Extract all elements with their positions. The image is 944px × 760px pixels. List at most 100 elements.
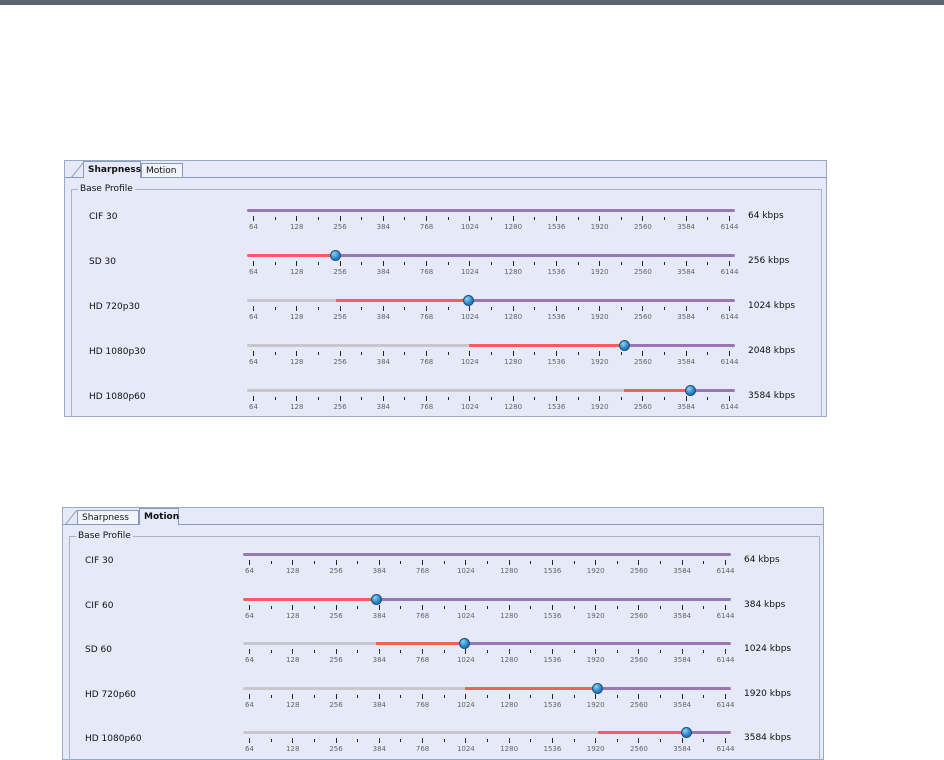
slider-tick (296, 351, 298, 356)
slider-tick (292, 560, 294, 565)
tab-motion[interactable]: Motion (139, 508, 179, 525)
slider-minor-tick (491, 307, 492, 310)
slider-minor-tick (660, 739, 662, 742)
slider-tick-label: 768 (415, 700, 430, 709)
slider-tick (638, 604, 640, 610)
slider-minor-tick (577, 397, 579, 400)
slider-tick-label: 128 (290, 268, 304, 276)
slider-tick (378, 693, 380, 699)
slider-tick-label: 3584 (677, 268, 696, 276)
slider-tick (512, 351, 514, 356)
slider-fill (464, 686, 598, 690)
slider-minor-tick (447, 262, 449, 265)
tab-sharpness[interactable]: Sharpness (83, 161, 141, 178)
slider-tick-label: 384 (372, 656, 386, 664)
slider-tick (729, 351, 730, 356)
slider-tick-label: 256 (333, 268, 347, 276)
bitrate-slider-track[interactable] (243, 597, 731, 601)
slider-tick (296, 396, 298, 401)
bitrate-slider-track[interactable] (247, 299, 735, 302)
slider-tick-label: 1024 (460, 358, 479, 366)
slider-tick (339, 306, 341, 311)
tab-strip: Sharpness Motion (63, 508, 823, 525)
slider-tick-label: 64 (245, 700, 254, 709)
slider-minor-tick (487, 694, 488, 698)
slider-tick (512, 306, 514, 311)
slider-tick (638, 738, 640, 743)
slider-minor-tick (487, 650, 488, 653)
slider-tick (551, 560, 553, 565)
slider-available-range (247, 209, 735, 212)
slider-tick (638, 649, 640, 654)
slider-tick-label: 128 (286, 611, 300, 620)
slider-minor-tick (534, 352, 536, 355)
slider-tick-label: 1920 (586, 611, 605, 620)
bitrate-slider-track[interactable] (243, 553, 731, 556)
slider-tick-label: 128 (290, 358, 304, 366)
slider-minor-tick (491, 217, 492, 220)
slider-tick (512, 216, 514, 221)
slider-minor-tick (530, 650, 532, 653)
tab-motion[interactable]: Motion (141, 163, 183, 178)
slider-minor-tick (707, 262, 709, 265)
slider-tick (426, 306, 428, 311)
slider-tick (339, 261, 341, 266)
slider-fill (624, 389, 691, 392)
slider-minor-tick (577, 307, 579, 310)
slider-tick-label: 6144 (720, 223, 739, 231)
slider-tick-label: 384 (372, 700, 386, 709)
slider-minor-tick (534, 217, 536, 220)
slider-minor-tick (620, 262, 622, 265)
bitrate-slider-track[interactable] (243, 731, 731, 734)
slider-tick (681, 560, 683, 565)
slider-tick (426, 351, 428, 356)
slider-tick (642, 396, 644, 401)
slider-tick (296, 216, 298, 221)
slider-tick-label: 3584 (677, 313, 696, 321)
tab-slant-decoration (65, 509, 77, 525)
bitrate-slider-track[interactable] (243, 642, 731, 645)
resolution-label: SD 30 (89, 257, 116, 267)
slider-tick-label: 64 (249, 358, 258, 366)
tab-sharpness[interactable]: Sharpness (77, 510, 139, 525)
bitrate-slider-track[interactable] (247, 389, 735, 392)
slider-tick-label: 2560 (630, 611, 648, 620)
slider-minor-tick (400, 605, 402, 609)
slider-tick (382, 351, 384, 356)
slider-tick-label: 1536 (547, 268, 566, 276)
slider-tick-label: 128 (290, 403, 304, 411)
slider-tick (685, 216, 687, 221)
slider-thumb[interactable] (592, 682, 604, 694)
slider-tick-label: 2560 (634, 223, 652, 231)
slider-tick-label: 1920 (586, 656, 605, 664)
slider-tick (378, 560, 380, 565)
slider-thumb[interactable] (370, 593, 382, 605)
bitrate-value: 3584 kbps (748, 391, 796, 401)
slider-thumb[interactable] (618, 340, 630, 351)
bitrate-value: 64 kbps (744, 555, 780, 565)
bitrate-slider-track[interactable] (247, 254, 735, 257)
slider-minor-tick (443, 561, 445, 564)
slider-tick (508, 693, 510, 699)
slider-minor-tick (573, 561, 575, 564)
slider-tick (595, 604, 597, 610)
slider-fill (468, 344, 625, 347)
bitrate-slider-track[interactable] (247, 209, 735, 212)
slider-tick (681, 604, 683, 610)
bitrate-value: 256 kbps (748, 256, 790, 266)
slider-tick-label: 1536 (543, 611, 562, 620)
bitrate-slider-track[interactable] (243, 686, 731, 690)
slider-tick-label: 1920 (590, 313, 609, 321)
slider-minor-tick (620, 397, 622, 400)
slider-minor-tick (530, 605, 532, 609)
slider-tick-label: 3584 (677, 358, 696, 366)
group-legend: Base Profile (78, 183, 135, 195)
slider-tick-label: 256 (329, 567, 343, 575)
bitrate-slider-track[interactable] (247, 344, 735, 347)
slider-tick (469, 306, 471, 311)
slider-minor-tick (703, 561, 705, 564)
slider-minor-tick (361, 397, 363, 400)
slider-tick-label: 1024 (456, 567, 475, 575)
slider-tick (422, 604, 424, 610)
slider-tick (253, 351, 254, 356)
